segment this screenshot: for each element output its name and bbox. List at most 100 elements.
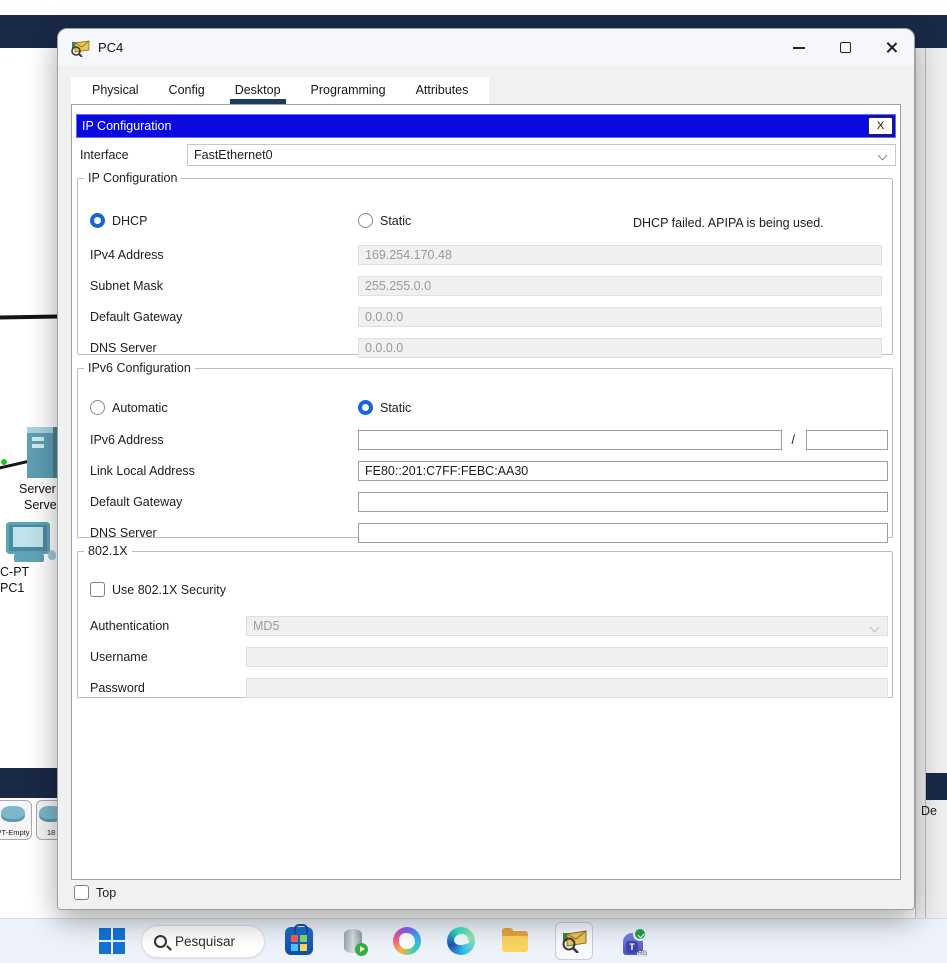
server-label: Server bbox=[19, 482, 56, 496]
start-button[interactable] bbox=[99, 928, 125, 954]
static-ipv6-radio[interactable]: Static bbox=[358, 400, 411, 415]
edge-browser-icon[interactable] bbox=[447, 927, 475, 955]
dialog-close-button[interactable]: X bbox=[868, 117, 893, 135]
bottom-bar-fragment bbox=[926, 773, 947, 800]
ipv6-dns-label: DNS Server bbox=[90, 526, 157, 540]
radio-label: Automatic bbox=[112, 401, 168, 415]
close-button[interactable] bbox=[868, 29, 914, 66]
automatic-radio[interactable]: Automatic bbox=[90, 400, 168, 415]
close-icon bbox=[885, 41, 898, 54]
subnet-mask-input[interactable] bbox=[358, 276, 882, 296]
folder-front bbox=[502, 936, 528, 952]
device-palette-header bbox=[0, 768, 58, 798]
dns-server-input[interactable] bbox=[358, 338, 882, 358]
tab-config[interactable]: Config bbox=[154, 77, 220, 104]
radio-label: Static bbox=[380, 401, 411, 415]
packet-tracer-taskbar-icon[interactable] bbox=[555, 922, 593, 960]
default-gateway-input[interactable] bbox=[358, 307, 882, 327]
interface-select[interactable]: FastEthernet0 bbox=[187, 144, 896, 166]
search-box[interactable]: Pesquisar bbox=[141, 925, 265, 958]
username-input[interactable] bbox=[246, 647, 888, 667]
authentication-select[interactable]: MD5 bbox=[246, 616, 888, 636]
checkbox-icon bbox=[74, 885, 89, 900]
minimize-button[interactable] bbox=[776, 29, 822, 66]
server-slot bbox=[32, 444, 44, 448]
network-cable bbox=[0, 314, 58, 319]
ipv4-address-label: IPv4 Address bbox=[90, 248, 164, 262]
palette-device-pt-empty[interactable]: PT-Empty bbox=[0, 800, 32, 840]
teams-icon[interactable]: RG bbox=[619, 927, 647, 955]
tab-bar: Physical Config Desktop Programming Attr… bbox=[71, 77, 489, 104]
radio-icon bbox=[90, 400, 105, 415]
desktop-tab-content: IP Configuration X Interface FastEtherne… bbox=[71, 104, 901, 880]
authentication-label: Authentication bbox=[90, 619, 169, 633]
dialog-title: IP Configuration bbox=[82, 119, 171, 133]
palette-device-label: PT-Empty bbox=[0, 828, 31, 837]
status-available-icon bbox=[633, 927, 647, 941]
tab-programming[interactable]: Programming bbox=[296, 77, 401, 104]
rg-badge: RG bbox=[637, 951, 648, 957]
ipv6-address-input[interactable] bbox=[358, 430, 782, 450]
radio-icon bbox=[358, 213, 373, 228]
microsoft-store-icon[interactable] bbox=[285, 927, 313, 955]
ipv4-address-input[interactable] bbox=[358, 245, 882, 265]
ipv6-address-label: IPv6 Address bbox=[90, 433, 164, 447]
maximize-icon bbox=[840, 42, 851, 53]
password-label: Password bbox=[90, 681, 145, 695]
ip-configuration-group: IP Configuration DHCP Static DHCP failed… bbox=[77, 171, 893, 355]
group-legend: IPv6 Configuration bbox=[84, 361, 195, 375]
dhcp-status-message: DHCP failed. APIPA is being used. bbox=[633, 216, 824, 230]
link-local-input[interactable] bbox=[358, 461, 888, 481]
teams-person: RG bbox=[623, 933, 643, 955]
window-title: PC4 bbox=[98, 40, 123, 55]
ipv6-default-gateway-input[interactable] bbox=[358, 492, 888, 512]
server-name-label: Serve bbox=[24, 498, 57, 512]
link-status-dot bbox=[1, 459, 7, 465]
server-device-icon[interactable] bbox=[27, 427, 58, 478]
ipv6-dns-input[interactable] bbox=[358, 523, 888, 543]
packet-tracer-icon bbox=[561, 929, 587, 953]
copilot-icon[interactable] bbox=[393, 927, 421, 955]
dot1x-group: 802.1X Use 802.1X Security Authenticatio… bbox=[77, 544, 893, 698]
pc-type-label: C-PT bbox=[0, 565, 29, 579]
start-icon bbox=[113, 942, 125, 954]
chevron-down-icon bbox=[870, 623, 880, 633]
authentication-value: MD5 bbox=[253, 619, 279, 633]
minimize-icon bbox=[793, 47, 805, 49]
maximize-button[interactable] bbox=[822, 29, 868, 66]
ip-configuration-header[interactable]: IP Configuration X bbox=[76, 114, 896, 138]
database-app-icon[interactable] bbox=[339, 927, 367, 955]
radio-icon bbox=[358, 400, 373, 415]
username-label: Username bbox=[90, 650, 148, 664]
tab-attributes[interactable]: Attributes bbox=[401, 77, 484, 104]
file-explorer-icon[interactable] bbox=[501, 927, 529, 955]
router-icon bbox=[1, 806, 25, 819]
tab-physical[interactable]: Physical bbox=[77, 77, 154, 104]
tab-desktop[interactable]: Desktop bbox=[220, 77, 296, 104]
use-8021x-checkbox[interactable]: Use 802.1X Security bbox=[90, 582, 226, 597]
start-icon bbox=[113, 928, 125, 940]
store-tile bbox=[291, 944, 298, 951]
dns-server-label: DNS Server bbox=[90, 341, 157, 355]
top-checkbox[interactable]: Top bbox=[74, 885, 116, 900]
pc4-window: PC4 Physical Config Desktop Programming … bbox=[57, 28, 915, 910]
password-input[interactable] bbox=[246, 678, 888, 698]
pc-device-icon[interactable] bbox=[6, 522, 50, 554]
store-tile bbox=[291, 935, 298, 942]
ipv6-prefix-input[interactable] bbox=[806, 430, 888, 450]
default-gateway-label: Default Gateway bbox=[90, 310, 182, 324]
window-titlebar[interactable]: PC4 bbox=[58, 29, 914, 66]
play-badge bbox=[355, 943, 368, 956]
start-icon bbox=[99, 942, 111, 954]
server-slot bbox=[32, 437, 44, 441]
checkbox-label: Top bbox=[96, 886, 116, 900]
pc-screen bbox=[13, 527, 43, 547]
radio-icon bbox=[90, 213, 105, 228]
static-ipv4-radio[interactable]: Static bbox=[358, 213, 411, 228]
search-label: Pesquisar bbox=[175, 934, 235, 949]
start-icon bbox=[99, 928, 111, 940]
ipv6-configuration-group: IPv6 Configuration Automatic Static IPv6… bbox=[77, 361, 893, 538]
subnet-mask-label: Subnet Mask bbox=[90, 279, 163, 293]
dhcp-radio[interactable]: DHCP bbox=[90, 213, 147, 228]
store-tile bbox=[300, 935, 307, 942]
